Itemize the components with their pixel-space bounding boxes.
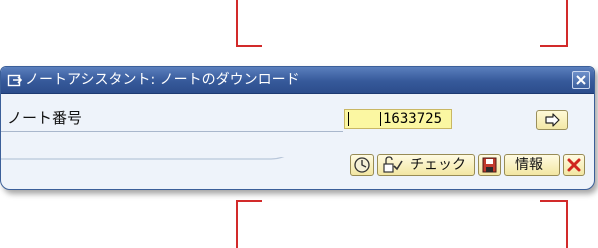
clock-button[interactable] [350,154,374,176]
dialog-window-icon [7,74,23,87]
close-button[interactable] [572,71,590,89]
save-button[interactable] [478,154,501,176]
background-frame-line-bottom-right-h [540,200,568,202]
background-frame-line-left-top [236,0,238,47]
background-frame-line-bottom-left-h [236,200,262,202]
dialog-title: ノートアシスタント: ノートのダウンロード [25,72,300,88]
background-frame-line-left-bottom [236,200,238,248]
note-number-value: 1633725 [383,111,443,127]
check-icon [383,156,403,173]
note-number-underline [1,131,343,132]
cancel-icon [567,158,581,172]
note-number-input[interactable]: 1633725 [344,109,452,129]
background-frame-line-right-top [566,0,568,47]
check-button-label: チェック [410,157,466,173]
input-caret [348,112,349,126]
clock-icon [354,157,370,173]
info-button-label: 情報 [515,157,543,173]
dialog-title-bar[interactable]: ノートアシスタント: ノートのダウンロード [1,67,594,94]
input-caret-secondary [380,112,381,126]
continue-button[interactable] [536,110,568,130]
info-button[interactable]: 情報 [504,154,560,176]
note-number-label: ノート番号 [7,109,83,127]
background-frame-line-top-right-h [540,45,568,47]
background-frame-line-top-left-h [236,45,262,47]
close-icon [576,75,586,85]
cancel-button[interactable] [563,154,585,176]
arrow-right-icon [545,113,560,127]
check-button[interactable]: チェック [377,154,475,176]
background-frame-line-right-bottom [566,200,568,248]
save-icon [482,157,497,173]
